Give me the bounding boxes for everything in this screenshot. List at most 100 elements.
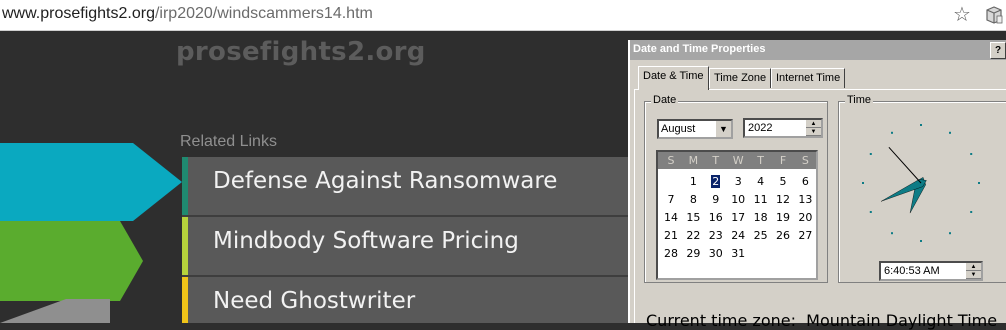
calendar-day[interactable]: 21 (660, 229, 682, 242)
weekday-label: S (667, 154, 675, 167)
url-host: www.prosefights2.org (2, 5, 155, 22)
calendar-day[interactable]: 14 (660, 211, 682, 224)
current-timezone: Current time zone: Mountain Daylight Tim… (646, 311, 997, 330)
time-value: 6:40:53 AM (884, 265, 940, 277)
calendar-day[interactable]: 29 (682, 247, 704, 260)
related-link-1[interactable]: Defense Against Ransomware (182, 157, 630, 215)
dialog-title: Date and Time Properties (633, 43, 766, 55)
calendar-day[interactable]: 13 (794, 193, 816, 206)
timezone-value: Mountain Daylight Time (806, 311, 998, 330)
arrow-shape-3 (0, 299, 110, 323)
calendar-day[interactable]: 23 (705, 229, 727, 242)
clock-hour-mark (920, 240, 922, 242)
time-spinner[interactable]: 6:40:53 AM ▲ ▼ (879, 261, 983, 281)
arrow-fill-1 (0, 143, 182, 221)
arrow-shape-1 (0, 143, 182, 221)
calendar-day[interactable]: 10 (727, 193, 749, 206)
arrow-down-icon[interactable]: ▼ (966, 271, 981, 279)
arrow-down-icon[interactable]: ▼ (806, 128, 821, 136)
calendar-day[interactable]: 5 (772, 175, 794, 188)
url-text[interactable]: www.prosefights2.org/irp2020/windscammer… (2, 5, 373, 23)
month-select[interactable]: August ▼ (657, 119, 733, 139)
month-calendar[interactable]: SMTWTFS 1 2 3 4 5 6 7 8 9 10 11 12 13 14 15 16 17 18 19 20 2… (656, 150, 818, 280)
weekday-label: S (801, 154, 809, 167)
calendar-day[interactable]: 20 (794, 211, 816, 224)
calendar-day[interactable]: 3 (727, 175, 749, 188)
site-title[interactable]: prosefights2.org (176, 37, 426, 67)
clock-hour-mark (920, 124, 922, 126)
year-spinner[interactable]: 2022 ▲ ▼ (743, 118, 823, 138)
star-icon[interactable]: ☆ (953, 2, 971, 26)
clock-hour-mark (949, 131, 951, 134)
calendar-day[interactable]: 11 (750, 193, 772, 206)
timezone-label: Current time zone: (646, 311, 796, 330)
related-link-label[interactable]: Need Ghostwriter (213, 288, 415, 314)
link-accent-bar (182, 157, 188, 215)
link-accent-bar (182, 277, 188, 323)
calendar-day[interactable]: 16 (705, 211, 727, 224)
arrow-up-icon[interactable]: ▲ (966, 263, 981, 271)
calendar-day[interactable]: 18 (750, 211, 772, 224)
clock-hour-mark (978, 182, 980, 184)
calendar-day[interactable]: 26 (772, 229, 794, 242)
time-updown[interactable]: ▲ ▼ (966, 263, 981, 279)
calendar-day[interactable]: 4 (750, 175, 772, 188)
clock-hour-mark (862, 182, 864, 184)
weekday-label: W (732, 154, 744, 167)
related-link-3[interactable]: Need Ghostwriter (182, 277, 630, 323)
clock-second-hand (888, 146, 922, 184)
calendar-day[interactable]: 31 (727, 247, 749, 260)
clock-hour-mark (891, 131, 893, 134)
webpage: prosefights2.org Related Links Defense A… (0, 31, 630, 323)
browser-address-bar[interactable]: www.prosefights2.org/irp2020/windscammer… (0, 0, 1006, 31)
clock-hour-mark (949, 232, 951, 235)
related-links-heading: Related Links (180, 133, 277, 150)
calendar-day[interactable]: 6 (794, 175, 816, 188)
calendar-day[interactable]: 28 (660, 247, 682, 260)
url-path: /irp2020/windscammers14.htm (154, 5, 373, 22)
calendar-day[interactable]: 15 (682, 211, 704, 224)
weekday-label: T (712, 154, 720, 167)
calendar-day[interactable]: 27 (794, 229, 816, 242)
tab-time-zone[interactable]: Time Zone (709, 68, 772, 88)
dialog-titlebar[interactable]: Date and Time Properties ? (630, 40, 1006, 60)
calendar-day[interactable]: 12 (772, 193, 794, 206)
clock-hour-mark (869, 211, 872, 213)
calendar-day[interactable]: 24 (727, 229, 749, 242)
time-group-label: Time (845, 94, 874, 106)
clock-hour-mark (891, 232, 893, 235)
related-link-2[interactable]: Mindbody Software Pricing (182, 217, 630, 275)
arrow-shape-2 (0, 221, 143, 301)
year-value: 2022 (748, 122, 773, 134)
month-value: August (661, 123, 696, 135)
year-updown[interactable]: ▲ ▼ (806, 120, 821, 136)
arrow-up-icon[interactable]: ▲ (806, 120, 821, 128)
date-group-label: Date (651, 94, 679, 106)
arrow-fill-3 (0, 299, 110, 323)
calendar-day[interactable]: 30 (705, 247, 727, 260)
related-link-label[interactable]: Defense Against Ransomware (213, 168, 557, 194)
weekday-label: T (757, 154, 764, 167)
clock-hour-mark (869, 153, 872, 155)
calendar-day[interactable]: 7 (660, 193, 682, 206)
tab-date-time[interactable]: Date & Time (638, 66, 709, 90)
calendar-day[interactable]: 1 (682, 175, 704, 188)
arrow-fill-2 (0, 221, 143, 301)
package-icon[interactable] (985, 5, 1003, 25)
calendar-day[interactable]: 22 (682, 229, 704, 242)
help-button[interactable]: ? (990, 42, 1006, 59)
clock-hour-mark (970, 153, 973, 155)
chevron-down-icon[interactable]: ▼ (715, 121, 731, 137)
calendar-day[interactable]: 17 (727, 211, 749, 224)
weekday-label: M (688, 154, 699, 167)
calendar-day[interactable]: 19 (772, 211, 794, 224)
related-link-label[interactable]: Mindbody Software Pricing (213, 228, 519, 254)
link-accent-bar (182, 217, 188, 275)
calendar-day[interactable]: 8 (682, 193, 704, 206)
clock-hour-mark (970, 211, 973, 213)
tab-internet-time[interactable]: Internet Time (771, 68, 846, 88)
calendar-day-selected[interactable]: 2 (705, 175, 727, 188)
calendar-day[interactable]: 9 (705, 193, 727, 206)
analog-clock (862, 124, 980, 242)
calendar-day[interactable]: 25 (750, 229, 772, 242)
